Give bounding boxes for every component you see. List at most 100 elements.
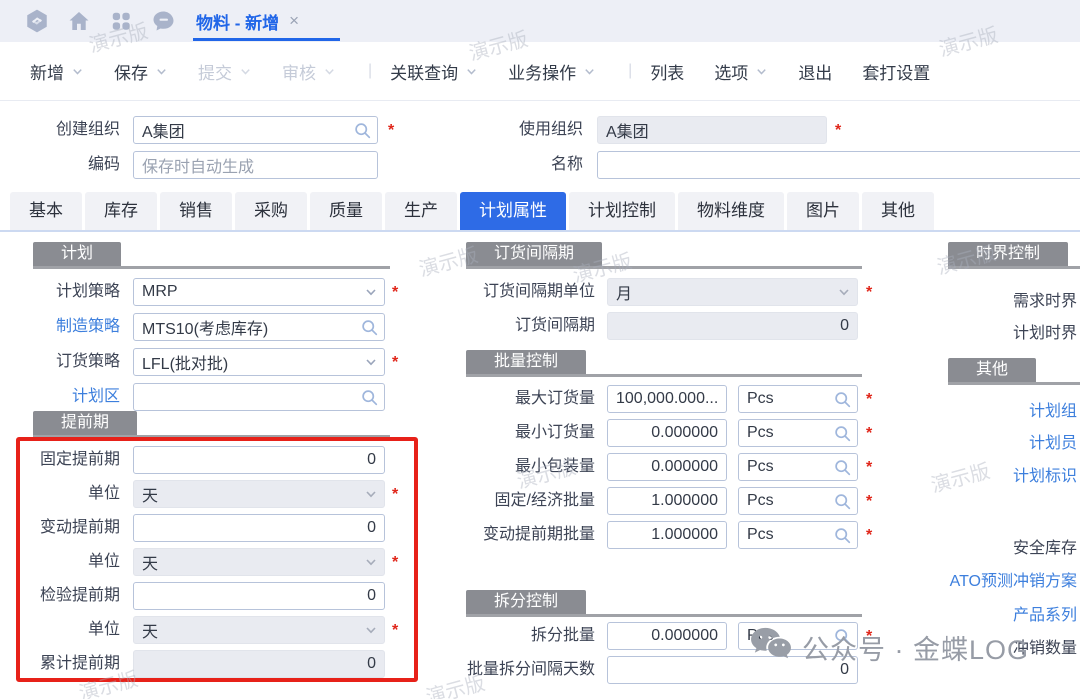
header-form: 创建组织 A集团 * 使用组织 A集团 * 编码 保存时自动生成 名称 [0, 100, 1080, 190]
order-interval-input: 0 [607, 312, 858, 340]
search-icon [361, 319, 378, 336]
chevron-down-icon [837, 285, 851, 299]
exit-button[interactable]: 退出 [798, 59, 832, 84]
demand-time-fence-label: 需求时界 [930, 290, 1077, 314]
list-button[interactable]: 列表 [650, 59, 684, 84]
section-order-interval: 订货间隔期 [466, 242, 862, 269]
split-interval-days-input[interactable]: 0 [607, 656, 858, 684]
plan-area-label[interactable]: 计划区 [0, 383, 128, 411]
name-field[interactable] [597, 151, 1080, 179]
min-pack-qty-unit-field[interactable]: Pcs [738, 453, 858, 481]
toolbar: 新增 保存 提交 审核 | 关联查询 业务操作 | 列表 选项 退出 套打设置 [0, 42, 1080, 100]
section-other: 其他 [948, 358, 1080, 385]
chevron-down-icon [364, 285, 378, 299]
create-org-field[interactable]: A集团 [133, 116, 378, 144]
fixed-economic-batch-input[interactable]: 1.000000 [607, 487, 727, 515]
split-batch-unit-field[interactable]: Pcs [738, 622, 858, 650]
options-button[interactable]: 选项 [714, 59, 768, 84]
inspect-leadtime-label: 检验提前期 [0, 582, 128, 610]
order-interval-unit-select: 月 [607, 278, 858, 306]
search-icon [354, 122, 371, 139]
top-bar: 物料 - 新增 × [0, 0, 1080, 42]
chevron-down-icon [155, 65, 168, 78]
planner-label[interactable]: 计划员 [930, 432, 1077, 456]
close-icon[interactable]: × [289, 11, 299, 31]
apps-grid-icon[interactable] [106, 7, 136, 35]
chat-icon[interactable] [148, 7, 178, 35]
ato-offset-plan-label[interactable]: ATO预测冲销方案 [910, 570, 1077, 594]
min-pack-qty-input[interactable]: 0.000000 [607, 453, 727, 481]
search-icon [834, 459, 851, 476]
required-mark: * [866, 278, 872, 306]
tab-inventory[interactable]: 库存 [85, 192, 157, 230]
fixed-economic-batch-unit-field[interactable]: Pcs [738, 487, 858, 515]
chevron-down-icon [755, 65, 768, 78]
business-operation-button[interactable]: 业务操作 [508, 59, 596, 84]
product-series-label[interactable]: 产品系列 [930, 604, 1077, 628]
variable-leadtime-batch-input[interactable]: 1.000000 [607, 521, 727, 549]
section-time-fence-title: 时界控制 [948, 242, 1068, 266]
plan-area-field[interactable] [133, 383, 385, 411]
plan-strategy-select[interactable]: MRP [133, 278, 385, 306]
document-tab-title: 物料 - 新增 [196, 9, 279, 34]
plan-mark-label[interactable]: 计划标识 [930, 465, 1077, 489]
order-strategy-select[interactable]: LFL(批对批) [133, 348, 385, 376]
variable-leadtime-batch-unit-field[interactable]: Pcs [738, 521, 858, 549]
order-interval-label: 订货间隔期 [455, 312, 603, 340]
min-order-qty-input[interactable]: 0.000000 [607, 419, 727, 447]
tab-material-dimension[interactable]: 物料维度 [678, 192, 784, 230]
print-settings-button[interactable]: 套打设置 [862, 59, 930, 84]
related-query-button[interactable]: 关联查询 [390, 59, 478, 84]
chevron-down-icon [364, 555, 378, 569]
split-interval-days-label: 批量拆分间隔天数 [455, 656, 603, 684]
document-tab[interactable]: 物料 - 新增 × [196, 0, 299, 42]
new-button[interactable]: 新增 [30, 59, 84, 84]
required-mark: * [392, 348, 398, 376]
logo-icon[interactable] [22, 7, 52, 35]
max-order-qty-input[interactable]: 100,000.000... [607, 385, 727, 413]
required-mark: * [866, 419, 872, 447]
tab-production[interactable]: 生产 [385, 192, 457, 230]
tab-quality[interactable]: 质量 [310, 192, 382, 230]
tab-other[interactable]: 其他 [862, 192, 934, 230]
required-mark: * [392, 278, 398, 306]
tab-image[interactable]: 图片 [787, 192, 859, 230]
min-order-qty-unit-field[interactable]: Pcs [738, 419, 858, 447]
section-batch-control-title: 批量控制 [466, 350, 586, 374]
tab-sales[interactable]: 销售 [160, 192, 232, 230]
active-tab-underline [193, 38, 340, 41]
required-mark: * [866, 385, 872, 413]
section-split-control-title: 拆分控制 [466, 590, 586, 614]
order-interval-unit-label: 订货间隔期单位 [455, 278, 603, 306]
code-label: 编码 [0, 151, 128, 179]
mfg-strategy-label[interactable]: 制造策略 [0, 313, 128, 341]
fixed-leadtime-label: 固定提前期 [0, 446, 128, 474]
max-order-qty-unit-field[interactable]: Pcs [738, 385, 858, 413]
plan-strategy-label: 计划策略 [0, 278, 128, 306]
variable-leadtime-input[interactable]: 0 [133, 514, 385, 542]
use-org-field: A集团 [597, 116, 827, 144]
tab-plan-control[interactable]: 计划控制 [569, 192, 675, 230]
chevron-down-icon [364, 487, 378, 501]
home-icon[interactable] [64, 7, 94, 35]
mfg-strategy-field[interactable]: MTS10(考虑库存) [133, 313, 385, 341]
tab-basic[interactable]: 基本 [10, 192, 82, 230]
save-button[interactable]: 保存 [114, 59, 168, 84]
submit-button: 提交 [198, 59, 252, 84]
code-field[interactable]: 保存时自动生成 [133, 151, 378, 179]
tab-purchase[interactable]: 采购 [235, 192, 307, 230]
search-icon [834, 493, 851, 510]
unit-label: 单位 [0, 616, 128, 644]
toolbar-divider: | [368, 62, 372, 80]
cumulative-leadtime-label: 累计提前期 [0, 650, 128, 678]
required-mark: * [866, 521, 872, 549]
fixed-leadtime-unit-select: 天 [133, 480, 385, 508]
inspect-leadtime-input[interactable]: 0 [133, 582, 385, 610]
section-split-control: 拆分控制 [466, 590, 862, 617]
section-plan-title: 计划 [33, 242, 121, 266]
plan-group-label[interactable]: 计划组 [930, 400, 1077, 424]
offset-qty-label: 冲销数量 [930, 637, 1077, 661]
fixed-leadtime-input[interactable]: 0 [133, 446, 385, 474]
tab-plan-attributes[interactable]: 计划属性 [460, 192, 566, 230]
split-batch-input[interactable]: 0.000000 [607, 622, 727, 650]
